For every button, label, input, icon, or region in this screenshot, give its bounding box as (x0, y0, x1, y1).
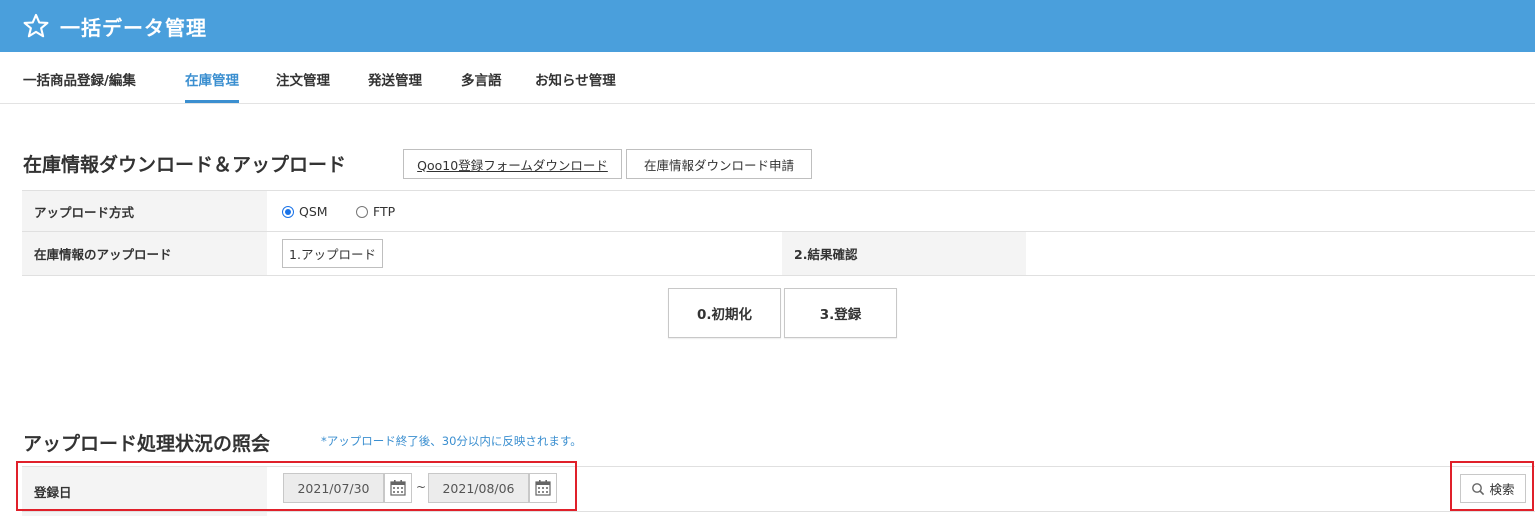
radio-ftp-label: FTP (373, 204, 396, 219)
app-header: 一括データ管理 (0, 0, 1535, 52)
date-filter-highlight (16, 461, 577, 511)
reset-button[interactable]: 0.初期化 (668, 288, 781, 338)
tab-notices[interactable]: お知らせ管理 (535, 69, 616, 89)
upload-method-label: アップロード方式 (22, 191, 267, 231)
tab-bulk-product[interactable]: 一括商品登録/編集 (23, 69, 136, 89)
tab-inventory[interactable]: 在庫管理 (185, 69, 239, 103)
upload-row: 在庫情報のアップロード 1.アップロード 2.結果確認 (22, 232, 1535, 276)
radio-qsm-indicator[interactable] (282, 205, 294, 218)
tab-orders[interactable]: 注文管理 (276, 69, 330, 89)
tab-shipping[interactable]: 発送管理 (368, 69, 422, 89)
download-request-button[interactable]: 在庫情報ダウンロード申請 (626, 149, 812, 179)
form-download-label: Qoo10登録フォームダウンロード (417, 157, 608, 173)
upload-method-row: アップロード方式 QSM FTP (22, 190, 1535, 232)
tab-multilingual[interactable]: 多言語 (461, 69, 502, 89)
radio-ftp-indicator[interactable] (356, 205, 368, 218)
inventory-section-title: 在庫情報ダウンロード＆アップロード (23, 154, 347, 176)
status-section-title: アップロード処理状況の照会 (23, 433, 271, 455)
upload-button[interactable]: 1.アップロード (282, 239, 383, 268)
radio-qsm-label: QSM (299, 204, 328, 219)
result-check-label: 2.結果確認 (782, 232, 1026, 275)
page-title: 一括データ管理 (60, 15, 207, 40)
register-button[interactable]: 3.登録 (784, 288, 897, 338)
form-download-button[interactable]: Qoo10登録フォームダウンロード (403, 149, 622, 179)
tab-bar: 一括商品登録/編集 在庫管理 注文管理 発送管理 多言語 お知らせ管理 (0, 52, 1535, 104)
radio-ftp[interactable]: FTP (356, 204, 395, 219)
star-icon[interactable] (22, 12, 50, 40)
download-request-label: 在庫情報ダウンロード申請 (643, 157, 794, 173)
search-highlight (1450, 461, 1534, 511)
upload-button-label: 1.アップロード (289, 247, 376, 262)
radio-qsm[interactable]: QSM (282, 204, 328, 219)
reflection-note: *アップロード終了後、30分以内に反映されます。 (321, 434, 582, 448)
upload-label: 在庫情報のアップロード (22, 232, 267, 275)
results-table-header (22, 511, 1535, 516)
